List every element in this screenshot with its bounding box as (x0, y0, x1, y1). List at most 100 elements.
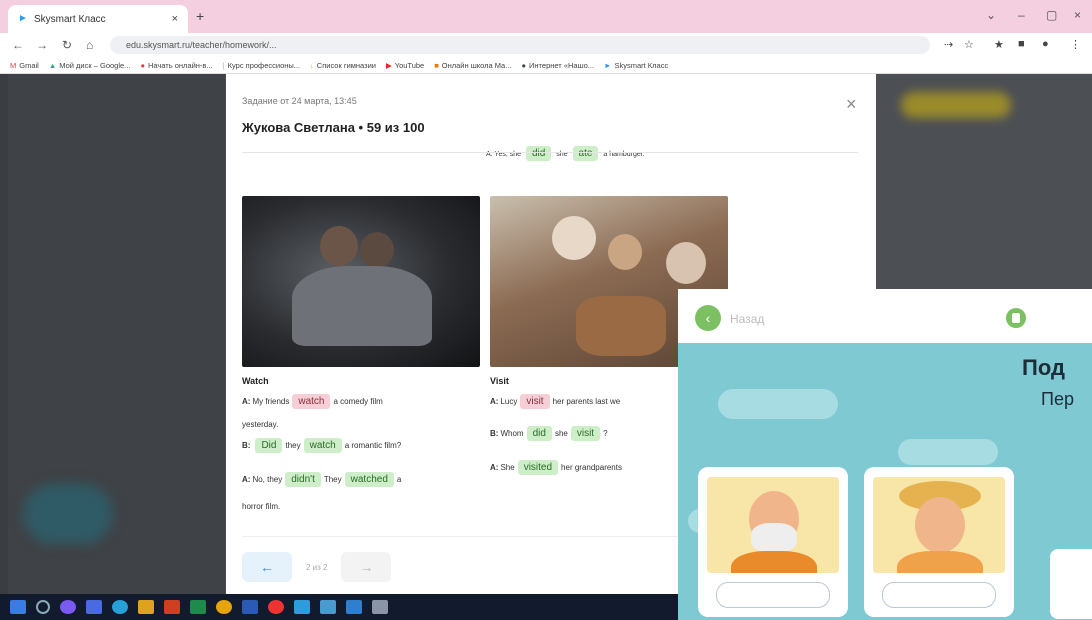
excel-icon[interactable] (190, 600, 206, 614)
explorer-icon[interactable] (138, 600, 154, 614)
profile-avatar-icon[interactable]: ● (1042, 38, 1049, 50)
bookmark-gmail[interactable]: M Gmail (10, 61, 39, 70)
back-icon[interactable]: ← (12, 38, 24, 52)
cloud-decoration (718, 389, 838, 419)
bookmark-star-icon[interactable]: ☆ (964, 38, 974, 51)
progress-indicator (1006, 308, 1026, 328)
assignment-date: Задание от 24 марта, 13:45 (242, 96, 357, 106)
home-icon[interactable]: ⌂ (86, 38, 93, 52)
back-arrow-icon[interactable]: ‹ (695, 305, 721, 331)
answer-chip: watched (344, 472, 394, 487)
edge-icon[interactable] (112, 600, 128, 614)
lesson-header: ‹ Назад (678, 289, 1092, 343)
tab-close-icon[interactable]: × (172, 13, 178, 25)
person-head (360, 232, 394, 268)
word-input[interactable] (882, 582, 996, 608)
blurred-button (901, 92, 1011, 118)
bookmark-course[interactable]: | Курс профессионы... (223, 61, 300, 70)
person-head (320, 226, 358, 266)
answer-chip: didn't (285, 472, 321, 487)
app-icon[interactable] (320, 600, 336, 614)
watch-photo (242, 196, 480, 367)
taskbar (0, 594, 678, 620)
word-input[interactable] (716, 582, 830, 608)
bookmark-start[interactable]: ● Начать онлайн-в... (140, 61, 212, 70)
sentence-line: B: Whom did she visit ? (490, 426, 608, 441)
extensions-puzzle-icon[interactable]: ■ (1018, 38, 1025, 50)
bookmark-list[interactable]: ↓ Список гимназии (310, 61, 376, 70)
sentence-line: A: My friends watch a comedy film (242, 394, 383, 409)
card-title-watch: Watch (242, 376, 269, 386)
forward-icon[interactable]: → (36, 38, 48, 52)
browser-tab[interactable]: ► Skysmart Класс × (8, 5, 188, 33)
sentence-line: A: Lucy visit her parents last we (490, 394, 621, 409)
extension-icon[interactable]: ★ (994, 38, 1004, 51)
word-icon[interactable] (242, 600, 258, 614)
answer-chip: ate (572, 146, 599, 161)
grandfather-illustration (707, 477, 839, 573)
search-icon[interactable] (36, 600, 50, 614)
student-score-title: Жукова Светлана • 59 из 100 (242, 120, 425, 135)
app-icon[interactable] (346, 600, 362, 614)
card-title-visit: Visit (490, 376, 509, 386)
reload-icon[interactable]: ↻ (62, 38, 72, 52)
menu-kebab-icon[interactable]: ⋮ (1070, 38, 1081, 51)
person-head (552, 216, 596, 260)
skysmart-favicon-icon: ► (18, 13, 28, 24)
close-window-button[interactable]: × (1074, 8, 1081, 22)
close-icon[interactable]: × (846, 94, 857, 115)
sentence-line: yesterday. (242, 420, 279, 429)
tab-title: Skysmart Класс (34, 13, 106, 25)
browser-tab-bar: ► Skysmart Класс × + ⌄ – ▢ × (0, 0, 1092, 33)
sentence-line: A: No, they didn't They watched a (242, 472, 402, 487)
page-counter: 2 из 2 (306, 562, 328, 572)
bookmark-skysmart[interactable]: ► Skysmart Класс (604, 61, 668, 70)
restore-button[interactable]: ▢ (1046, 8, 1057, 22)
left-dimmed-panel (8, 74, 225, 594)
picture-card-partial (1050, 549, 1092, 619)
clay-pot (576, 296, 666, 356)
windows-start-icon[interactable] (10, 600, 26, 614)
shirt (897, 551, 983, 573)
previous-exercise-row: A: Yes, she did she ate a hamburger. (486, 146, 645, 161)
back-label[interactable]: Назад (730, 312, 764, 326)
face (915, 497, 965, 553)
answer-chip: watch (303, 438, 342, 453)
person-head (666, 242, 706, 284)
grandmother-illustration (873, 477, 1005, 573)
sentence-line: horror film. (242, 502, 281, 511)
picture-card-grandfather (698, 467, 848, 617)
answer-chip: visit (570, 426, 601, 441)
answer-chip-wrong: watch (292, 394, 331, 409)
bookmark-internet[interactable]: ● Интернет «Нашо... (521, 61, 594, 70)
powerpoint-icon[interactable] (164, 600, 180, 614)
blanket (292, 266, 432, 346)
new-tab-button[interactable]: + (196, 8, 204, 24)
share-icon[interactable]: ⇢ (944, 38, 953, 51)
minimize-button[interactable]: – (1018, 8, 1025, 22)
app-icon[interactable] (372, 600, 388, 614)
divider (242, 152, 858, 153)
bookmark-school[interactable]: ■ Онлайн школа Ма... (434, 61, 511, 70)
answer-chip: visited (517, 460, 559, 475)
address-bar-row: ← → ↻ ⌂ edu.skysmart.ru/teacher/homework… (0, 33, 1092, 57)
picture-card-grandmother (864, 467, 1014, 617)
beard (751, 523, 797, 553)
lesson-window: ‹ Назад Под Пер (678, 289, 1092, 620)
telegram-icon[interactable] (294, 600, 310, 614)
prev-page-button[interactable]: ← (242, 552, 292, 582)
bookmarks-bar: M Gmail ▲ Мой диск – Google... ● Начать онл… (0, 57, 1092, 74)
yandex-icon[interactable] (268, 600, 284, 614)
bookmark-drive[interactable]: ▲ Мой диск – Google... (49, 61, 131, 70)
cortana-icon[interactable] (60, 600, 76, 614)
lesson-title: Под (1022, 355, 1065, 380)
tab-search-icon[interactable]: ⌄ (986, 8, 996, 22)
url-field[interactable]: edu.skysmart.ru/teacher/homework/... (110, 36, 930, 54)
bookmark-youtube[interactable]: ▶ YouTube (386, 61, 424, 70)
task-view-icon[interactable] (86, 600, 102, 614)
sentence-line: B: Did they watch a romantic film? (242, 438, 402, 453)
shirt (731, 551, 817, 573)
answer-chip: did (525, 146, 552, 161)
next-page-button[interactable]: → (341, 552, 392, 582)
chrome-icon[interactable] (216, 600, 232, 614)
